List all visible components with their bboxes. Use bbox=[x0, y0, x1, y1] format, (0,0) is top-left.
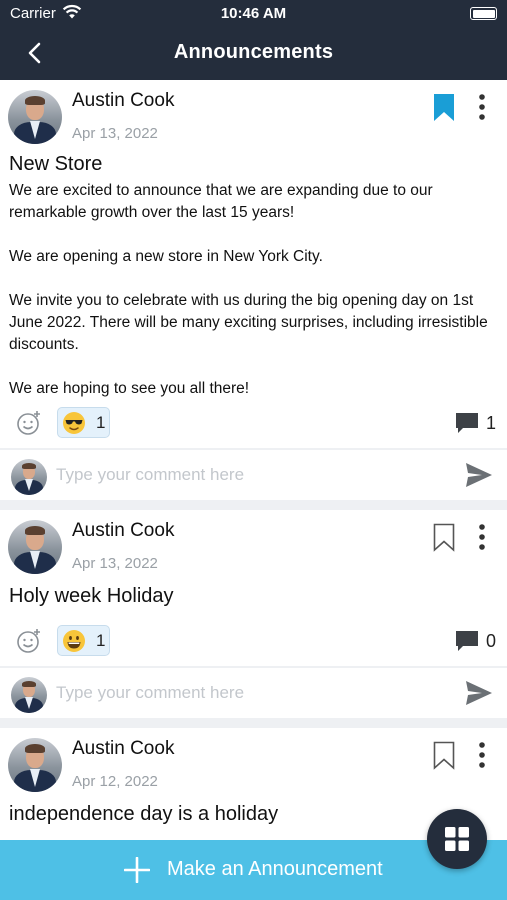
post-paragraph: We invite you to celebrate with us durin… bbox=[9, 292, 488, 353]
reaction-bar: 1 0 bbox=[0, 618, 507, 666]
comment-count: 0 bbox=[486, 631, 497, 651]
author-name: Austin Cook bbox=[72, 738, 175, 759]
comment-count: 1 bbox=[486, 413, 497, 433]
more-vertical-icon[interactable] bbox=[472, 92, 492, 122]
comment-icon[interactable] bbox=[455, 412, 479, 434]
send-icon[interactable] bbox=[465, 462, 493, 488]
separator bbox=[0, 500, 507, 510]
page-title: Announcements bbox=[173, 41, 334, 63]
reaction-count: 1 bbox=[96, 631, 106, 650]
reaction-bar: 1 1 bbox=[0, 400, 507, 448]
post-paragraph bbox=[9, 356, 498, 378]
nav-bar: Announcements bbox=[0, 28, 507, 80]
post-paragraph bbox=[9, 224, 498, 246]
announcement-card: Austin Cook Apr 13, 2022 Holy week Holid… bbox=[0, 510, 507, 718]
author-name: Austin Cook bbox=[72, 90, 175, 111]
comment-composer bbox=[0, 448, 507, 500]
post-paragraph: We are opening a new store in New York C… bbox=[9, 248, 323, 265]
more-vertical-icon[interactable] bbox=[472, 740, 492, 770]
post-date: Apr 12, 2022 bbox=[72, 773, 158, 790]
add-reaction-icon[interactable] bbox=[16, 410, 42, 436]
post-header: Austin Cook Apr 13, 2022 bbox=[0, 80, 507, 152]
make-announcement-label: Make an Announcement bbox=[167, 858, 383, 880]
grinning-emoji-icon bbox=[63, 630, 85, 652]
reaction-chip[interactable]: 1 bbox=[57, 407, 110, 438]
author-name: Austin Cook bbox=[72, 520, 175, 541]
avatar bbox=[11, 677, 47, 713]
bookmark-outline-icon[interactable] bbox=[432, 741, 456, 771]
post-date: Apr 13, 2022 bbox=[72, 555, 158, 572]
reaction-count: 1 bbox=[96, 413, 106, 432]
bookmark-filled-icon[interactable] bbox=[432, 93, 456, 123]
post-paragraph: We are hoping to see you all there! bbox=[9, 380, 250, 397]
status-bar: Carrier 10:46 AM bbox=[0, 0, 507, 28]
comment-input[interactable] bbox=[56, 680, 446, 706]
add-reaction-icon[interactable] bbox=[16, 628, 42, 654]
app-header: Carrier 10:46 AM Announcements bbox=[0, 0, 507, 80]
battery-icon bbox=[470, 7, 497, 20]
comment-composer bbox=[0, 666, 507, 718]
post-header: Austin Cook Apr 12, 2022 bbox=[0, 728, 507, 800]
avatar bbox=[11, 459, 47, 495]
post-paragraph: We are excited to announce that we are e… bbox=[9, 182, 433, 221]
post-title: Holy week Holiday bbox=[9, 585, 174, 607]
avatar[interactable] bbox=[8, 90, 62, 144]
announcement-card: Austin Cook Apr 13, 2022 New Store We ar… bbox=[0, 80, 507, 500]
more-vertical-icon[interactable] bbox=[472, 522, 492, 552]
sunglasses-emoji-icon bbox=[63, 412, 85, 434]
post-header: Austin Cook Apr 13, 2022 bbox=[0, 510, 507, 582]
avatar[interactable] bbox=[8, 738, 62, 792]
post-date: Apr 13, 2022 bbox=[72, 125, 158, 142]
announcement-feed[interactable]: Austin Cook Apr 13, 2022 New Store We ar… bbox=[0, 80, 507, 840]
post-title: New Store bbox=[9, 153, 103, 175]
clock: 10:46 AM bbox=[220, 5, 287, 22]
post-paragraph bbox=[9, 268, 498, 290]
post-body: We are excited to announce that we are e… bbox=[0, 176, 507, 400]
grid-icon bbox=[445, 827, 469, 851]
menu-fab-button[interactable] bbox=[427, 809, 487, 869]
bookmark-outline-icon[interactable] bbox=[432, 523, 456, 553]
reaction-chip[interactable]: 1 bbox=[57, 625, 110, 656]
separator bbox=[0, 718, 507, 728]
avatar[interactable] bbox=[8, 520, 62, 574]
comment-input[interactable] bbox=[56, 462, 446, 488]
send-icon[interactable] bbox=[465, 680, 493, 706]
comment-icon[interactable] bbox=[455, 630, 479, 652]
plus-icon bbox=[124, 857, 150, 883]
